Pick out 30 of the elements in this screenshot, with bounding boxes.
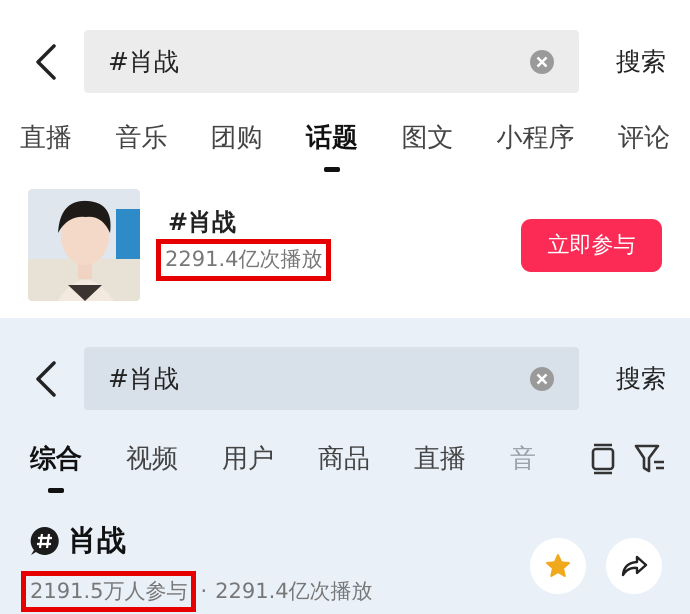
star-icon	[545, 552, 571, 578]
tab[interactable]: 直播	[20, 119, 72, 172]
tab[interactable]: 直播	[414, 440, 466, 493]
join-button[interactable]: 立即参与	[521, 218, 662, 272]
share-icon	[620, 554, 648, 578]
search-button[interactable]: 搜索	[616, 360, 666, 398]
topic-title: #肖战	[168, 209, 238, 236]
search-field[interactable]: #肖战	[84, 30, 579, 93]
clear-icon[interactable]	[529, 48, 555, 74]
search-button[interactable]: 搜索	[616, 42, 666, 80]
tab[interactable]: 图文	[401, 119, 454, 172]
tab[interactable]: 音乐	[115, 119, 168, 172]
clear-icon[interactable]	[529, 366, 555, 392]
topic-title: 肖战	[68, 522, 126, 559]
tab[interactable]: 团购	[210, 119, 263, 172]
screen-icon[interactable]	[590, 443, 616, 475]
tab[interactable]: 话题	[306, 119, 358, 172]
tab[interactable]: 小程序	[496, 119, 575, 172]
separator: ·	[200, 578, 208, 604]
play-count: 2291.4亿次播放	[215, 578, 373, 604]
play-count: 2291.4亿次播放	[165, 247, 322, 272]
tab[interactable]: 视频	[126, 440, 178, 493]
participant-count: 2191.5万人参与	[30, 578, 188, 602]
tab[interactable]: 商品	[318, 440, 370, 493]
tab[interactable]: 评论	[618, 119, 670, 172]
filter-icon[interactable]	[634, 443, 666, 475]
search-field[interactable]: #肖战	[84, 347, 579, 410]
tab[interactable]: 用户	[222, 440, 274, 493]
tab[interactable]: 综合	[30, 440, 82, 493]
hashtag-icon	[30, 526, 60, 556]
